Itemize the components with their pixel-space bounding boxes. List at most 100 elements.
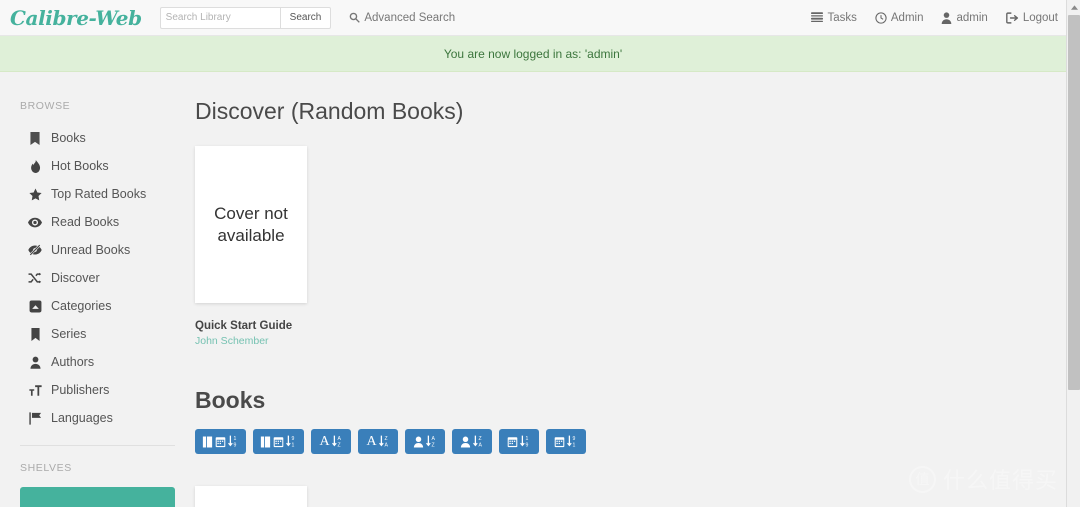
book-icon	[260, 436, 271, 448]
sidebar-browse-heading: BROWSE	[20, 100, 71, 112]
page-scrollbar[interactable]	[1066, 0, 1080, 507]
user-icon	[28, 356, 42, 369]
sort-author-az-button[interactable]: AZ	[405, 429, 445, 454]
brand-logo[interactable]: Calibre-Web	[10, 6, 142, 30]
logout-icon	[1005, 11, 1019, 24]
calendar-icon	[507, 436, 518, 448]
advanced-search-label: Advanced Search	[364, 11, 456, 24]
scrollbar-thumb[interactable]	[1068, 15, 1080, 390]
nav-item-tasks-label: Tasks	[827, 11, 857, 24]
sort-title-az-button[interactable]: A AZ	[311, 429, 351, 454]
book-cover-partial[interactable]	[195, 486, 307, 507]
sort-new-books-asc-button[interactable]: 91	[253, 429, 304, 454]
sort-title-za-button[interactable]: A ZA	[358, 429, 398, 454]
nav-item-tasks[interactable]: Tasks	[811, 11, 857, 24]
sort-pubdate-desc-button[interactable]: 19	[499, 429, 539, 454]
sidebar-item-languages-label: Languages	[51, 411, 113, 425]
main-content: Discover (Random Books) Cover not availa…	[190, 72, 1066, 507]
book-cover[interactable]: Cover not available	[195, 146, 307, 303]
sidebar-item-languages[interactable]: Languages	[0, 404, 190, 432]
nav-item-user[interactable]: admin	[941, 11, 988, 24]
calendar-icon	[215, 436, 226, 448]
flash-alert-message: You are now logged in as: 'admin'	[443, 46, 623, 61]
sidebar-item-categories[interactable]: Categories	[0, 292, 190, 320]
calendar-icon	[554, 436, 565, 448]
sidebar-item-hot-books[interactable]: Hot Books	[0, 152, 190, 180]
svg-text:9: 9	[573, 436, 576, 442]
cover-placeholder-text: Cover not available	[214, 203, 288, 245]
sidebar-item-unread-books-label: Unread Books	[51, 243, 131, 257]
sort-numeric-asc-icon: 91	[567, 435, 578, 448]
book-title[interactable]: Quick Start Guide	[195, 320, 307, 332]
sort-new-books-desc-button[interactable]: 19	[195, 429, 246, 454]
svg-text:9: 9	[526, 443, 529, 448]
svg-text:A: A	[479, 443, 483, 448]
sort-alpha-asc-icon: AZ	[426, 435, 437, 448]
svg-text:1: 1	[292, 443, 295, 448]
clock-icon	[875, 11, 887, 24]
sidebar-item-publishers[interactable]: Publishers	[0, 376, 190, 404]
sidebar-item-books[interactable]: Books	[0, 124, 190, 152]
bookmark-icon	[28, 327, 42, 341]
sort-alpha-desc-icon: ZA	[378, 435, 390, 448]
sort-author-za-button[interactable]: ZA	[452, 429, 492, 454]
sidebar-item-categories-label: Categories	[51, 299, 112, 313]
sort-numeric-asc-icon: 91	[286, 435, 297, 448]
sidebar-item-discover[interactable]: Discover	[0, 264, 190, 292]
svg-text:Z: Z	[479, 436, 482, 442]
letter-a-icon: A	[319, 433, 330, 449]
sidebar-item-read-books-label: Read Books	[51, 215, 120, 229]
sort-alpha-desc-icon: ZA	[473, 435, 484, 448]
sidebar-shelves-heading: SHELVES	[20, 462, 72, 474]
eye-icon	[28, 217, 42, 228]
user-icon	[413, 436, 424, 448]
sort-numeric-desc-icon: 19	[228, 435, 239, 448]
discover-book-grid: Cover not available Quick Start Guide Jo…	[195, 146, 1066, 347]
navbar-right-items: Tasks Admin admin Logout	[811, 12, 1058, 24]
svg-text:1: 1	[526, 436, 529, 442]
search-button[interactable]: Search	[279, 6, 332, 29]
svg-text:1: 1	[573, 443, 576, 448]
section-title-books: Books	[195, 387, 266, 413]
svg-text:9: 9	[292, 436, 295, 442]
nav-item-logout[interactable]: Logout	[1005, 11, 1058, 24]
book-author[interactable]: John Schember	[195, 335, 307, 347]
sidebar-item-read-books[interactable]: Read Books	[0, 208, 190, 236]
svg-text:Z: Z	[432, 443, 435, 448]
calendar-icon	[273, 436, 284, 448]
nav-item-logout-label: Logout	[1022, 11, 1058, 24]
sort-button-bar: 19 91 A AZ A Z A A Z Z A 1 9 9 1	[195, 429, 1066, 454]
shuffle-icon	[28, 272, 42, 284]
flash-alert: You are now logged in as: 'admin'	[0, 36, 1066, 72]
sort-pubdate-asc-button[interactable]: 91	[546, 429, 586, 454]
top-navbar: Calibre-Web Search Advanced Search	[0, 0, 1066, 36]
sidebar-item-unread-books[interactable]: Unread Books	[0, 236, 190, 264]
page-title: Discover (Random Books)	[195, 98, 464, 124]
flag-icon	[28, 411, 42, 425]
search-icon	[349, 12, 361, 23]
user-icon	[460, 436, 471, 448]
svg-text:A: A	[384, 443, 388, 448]
search-input[interactable]	[159, 6, 280, 29]
book-icon	[28, 131, 42, 145]
book-cell: Cover not available Quick Start Guide Jo…	[195, 146, 307, 347]
svg-text:Z: Z	[337, 443, 340, 448]
nav-item-user-label: admin	[956, 11, 988, 24]
eye-slash-icon	[28, 244, 42, 256]
book-icon	[202, 436, 213, 448]
sidebar-item-authors[interactable]: Authors	[0, 348, 190, 376]
sidebar-item-top-rated-books-label: Top Rated Books	[51, 187, 147, 201]
user-icon	[941, 11, 952, 24]
calibre-web-page: Calibre-Web Search Advanced Search	[0, 0, 1080, 507]
create-shelf-button[interactable]	[20, 487, 175, 507]
advanced-search-link[interactable]: Advanced Search	[349, 12, 455, 24]
sidebar-item-series[interactable]: Series	[0, 320, 190, 348]
sidebar-item-top-rated-books[interactable]: Top Rated Books	[0, 180, 190, 208]
svg-text:Z: Z	[384, 436, 387, 442]
nav-item-admin[interactable]: Admin	[875, 11, 923, 24]
scroll-up-arrow-icon[interactable]	[1067, 0, 1080, 14]
sort-numeric-desc-icon: 19	[520, 435, 531, 448]
sort-alpha-asc-icon: AZ	[331, 435, 343, 448]
letter-a-icon: A	[366, 433, 377, 449]
sidebar-item-series-label: Series	[51, 327, 87, 341]
